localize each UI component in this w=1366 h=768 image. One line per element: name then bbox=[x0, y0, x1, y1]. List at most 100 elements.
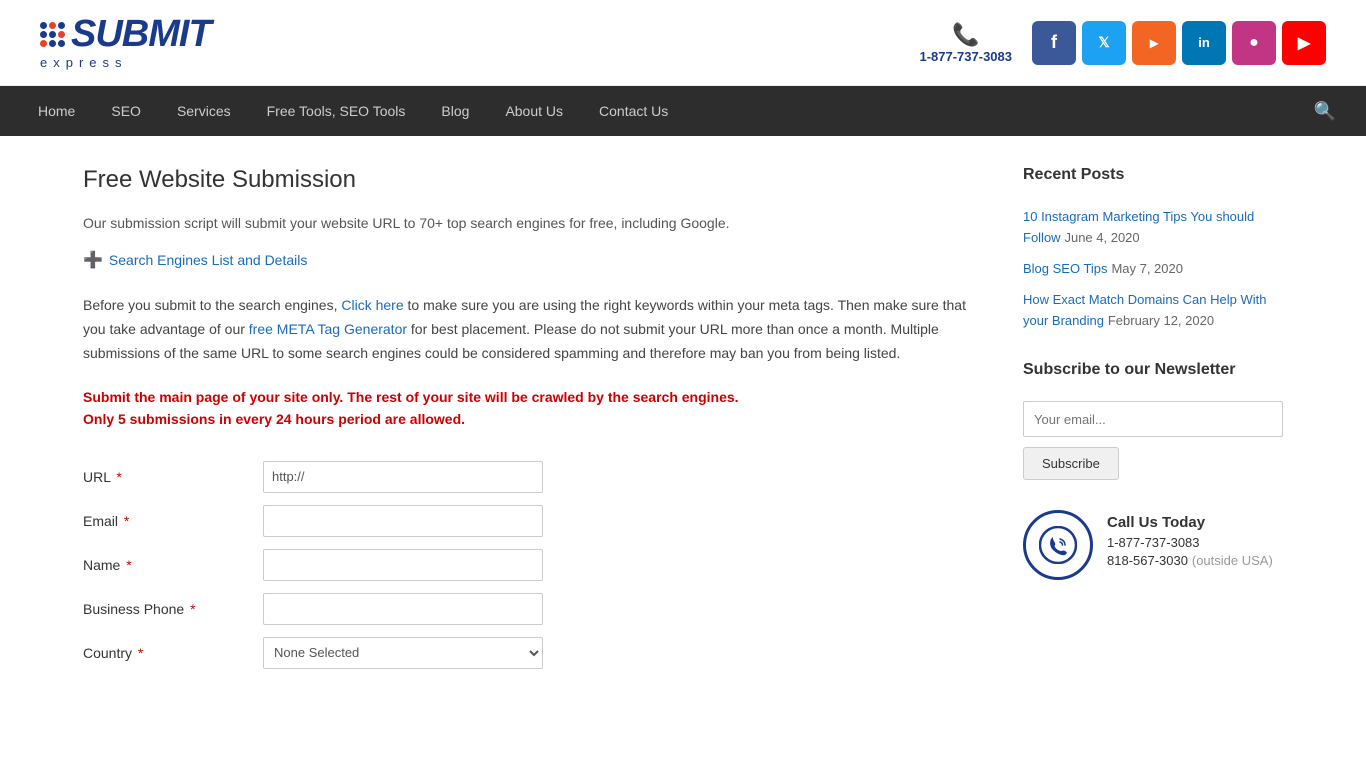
linkedin-icon[interactable]: in bbox=[1182, 21, 1226, 65]
phone-circle-icon bbox=[1023, 510, 1093, 580]
logo-dot-8 bbox=[49, 40, 56, 47]
phone-area: 📞 1-877-737-3083 bbox=[919, 22, 1012, 64]
logo-grid bbox=[40, 22, 65, 47]
call-us-info: Call Us Today 1-877-737-3083 818-567-303… bbox=[1107, 510, 1273, 568]
body-paragraph: Before you submit to the search engines,… bbox=[83, 294, 983, 365]
twitter-icon[interactable]: 𝕏 bbox=[1082, 21, 1126, 65]
page-title: Free Website Submission bbox=[83, 166, 983, 194]
logo-dot-4 bbox=[40, 31, 47, 38]
newsletter-title: Subscribe to our Newsletter bbox=[1023, 361, 1283, 387]
nav-link-blog[interactable]: Blog bbox=[423, 88, 487, 134]
recent-post-2: Blog SEO Tips May 7, 2020 bbox=[1023, 258, 1283, 279]
logo-dot-3 bbox=[58, 22, 65, 29]
logo-dot-7 bbox=[40, 40, 47, 47]
header: SUBMIT express 📞 1-877-737-3083 f 𝕏 ▸ in… bbox=[0, 0, 1366, 86]
url-label: URL * bbox=[83, 469, 263, 485]
nav-item-free-tools[interactable]: Free Tools, SEO Tools bbox=[249, 88, 424, 134]
recent-post-1: 10 Instagram Marketing Tips You should F… bbox=[1023, 206, 1283, 248]
subscribe-button[interactable]: Subscribe bbox=[1023, 447, 1119, 480]
recent-post-date-3: February 12, 2020 bbox=[1108, 313, 1214, 328]
youtube-icon[interactable]: ▶ bbox=[1282, 21, 1326, 65]
call-us-section: Call Us Today 1-877-737-3083 818-567-303… bbox=[1023, 510, 1283, 580]
logo-dot-9 bbox=[58, 40, 65, 47]
form-row-url: URL * bbox=[83, 461, 983, 493]
meta-tag-link[interactable]: free META Tag Generator bbox=[249, 321, 407, 337]
nav-link-free-tools[interactable]: Free Tools, SEO Tools bbox=[249, 88, 424, 134]
form-row-email: Email * bbox=[83, 505, 983, 537]
recent-post-link-2[interactable]: Blog SEO Tips bbox=[1023, 261, 1108, 276]
intro-text: Our submission script will submit your w… bbox=[83, 212, 983, 234]
call-us-outside-number: 818-567-3030 (outside USA) bbox=[1107, 552, 1273, 568]
email-label: Email * bbox=[83, 513, 263, 529]
warning-text: Submit the main page of your site only. … bbox=[83, 386, 983, 431]
newsletter-email-input[interactable] bbox=[1023, 401, 1283, 437]
form-row-name: Name * bbox=[83, 549, 983, 581]
url-input[interactable] bbox=[263, 461, 543, 493]
phone-number[interactable]: 1-877-737-3083 bbox=[919, 49, 1012, 64]
recent-post-date-1: June 4, 2020 bbox=[1064, 230, 1139, 245]
phone-icon: 📞 bbox=[919, 22, 1012, 48]
instagram-icon[interactable]: ● bbox=[1232, 21, 1276, 65]
name-input[interactable] bbox=[263, 549, 543, 581]
rss-icon[interactable]: ▸ bbox=[1132, 21, 1176, 65]
nav-link-seo[interactable]: SEO bbox=[93, 88, 159, 134]
body-text-1: Before you submit to the search engines, bbox=[83, 297, 337, 313]
logo-sub: express bbox=[40, 55, 211, 70]
logo-dot-5 bbox=[49, 31, 56, 38]
nav-item-blog[interactable]: Blog bbox=[423, 88, 487, 134]
sidebar: Recent Posts 10 Instagram Marketing Tips… bbox=[1023, 166, 1283, 681]
name-required: * bbox=[126, 557, 131, 573]
call-us-title: Call Us Today bbox=[1107, 514, 1273, 531]
country-required: * bbox=[138, 645, 143, 661]
nav-item-services[interactable]: Services bbox=[159, 88, 249, 134]
phone-label: Business Phone * bbox=[83, 601, 263, 617]
call-us-box: Call Us Today 1-877-737-3083 818-567-303… bbox=[1023, 510, 1283, 580]
click-here-link[interactable]: Click here bbox=[341, 297, 403, 313]
outside-number: 818-567-3030 bbox=[1107, 553, 1188, 568]
logo-dot-2 bbox=[49, 22, 56, 29]
outside-note: (outside USA) bbox=[1192, 553, 1273, 568]
facebook-icon[interactable]: f bbox=[1032, 21, 1076, 65]
newsletter-section: Subscribe to our Newsletter Subscribe bbox=[1023, 361, 1283, 480]
warning-line1: Submit the main page of your site only. … bbox=[83, 386, 983, 408]
url-required: * bbox=[116, 469, 121, 485]
logo-wrapper: SUBMIT express bbox=[40, 15, 211, 70]
search-icon[interactable]: 🔍 bbox=[1304, 101, 1346, 122]
country-select[interactable]: None Selected bbox=[263, 637, 543, 669]
main-nav: Home SEO Services Free Tools, SEO Tools … bbox=[0, 86, 1366, 136]
submission-form: URL * Email * Name * bbox=[83, 461, 983, 669]
header-right: 📞 1-877-737-3083 f 𝕏 ▸ in ● ▶ bbox=[919, 21, 1326, 65]
country-label: Country * bbox=[83, 645, 263, 661]
search-engines-link-label: Search Engines List and Details bbox=[109, 252, 307, 268]
form-row-phone: Business Phone * bbox=[83, 593, 983, 625]
logo-area: SUBMIT express bbox=[40, 15, 211, 70]
call-us-main-number: 1-877-737-3083 bbox=[1107, 535, 1273, 550]
recent-post-date-2: May 7, 2020 bbox=[1111, 261, 1183, 276]
nav-item-contact[interactable]: Contact Us bbox=[581, 88, 686, 134]
social-icons: f 𝕏 ▸ in ● ▶ bbox=[1032, 21, 1326, 65]
logo-name: SUBMIT bbox=[71, 15, 211, 53]
name-label: Name * bbox=[83, 557, 263, 573]
nav-link-home[interactable]: Home bbox=[20, 88, 93, 134]
form-row-country: Country * None Selected bbox=[83, 637, 983, 669]
logo-dot-6 bbox=[58, 31, 65, 38]
logo-top: SUBMIT bbox=[40, 15, 211, 53]
nav-link-about[interactable]: About Us bbox=[487, 88, 581, 134]
nav-link-services[interactable]: Services bbox=[159, 88, 249, 134]
email-required: * bbox=[124, 513, 129, 529]
logo-dot-1 bbox=[40, 22, 47, 29]
nav-link-contact[interactable]: Contact Us bbox=[581, 88, 686, 134]
expand-icon: ➕ bbox=[83, 250, 103, 270]
main-container: Free Website Submission Our submission s… bbox=[43, 136, 1323, 711]
nav-list: Home SEO Services Free Tools, SEO Tools … bbox=[20, 88, 1304, 134]
nav-item-home[interactable]: Home bbox=[20, 88, 93, 134]
email-input[interactable] bbox=[263, 505, 543, 537]
recent-posts-section: Recent Posts 10 Instagram Marketing Tips… bbox=[1023, 166, 1283, 331]
recent-post-3: How Exact Match Domains Can Help With yo… bbox=[1023, 289, 1283, 331]
recent-posts-title: Recent Posts bbox=[1023, 166, 1283, 192]
phone-required: * bbox=[190, 601, 195, 617]
search-engines-link[interactable]: ➕ Search Engines List and Details bbox=[83, 250, 983, 270]
nav-item-seo[interactable]: SEO bbox=[93, 88, 159, 134]
phone-input[interactable] bbox=[263, 593, 543, 625]
nav-item-about[interactable]: About Us bbox=[487, 88, 581, 134]
